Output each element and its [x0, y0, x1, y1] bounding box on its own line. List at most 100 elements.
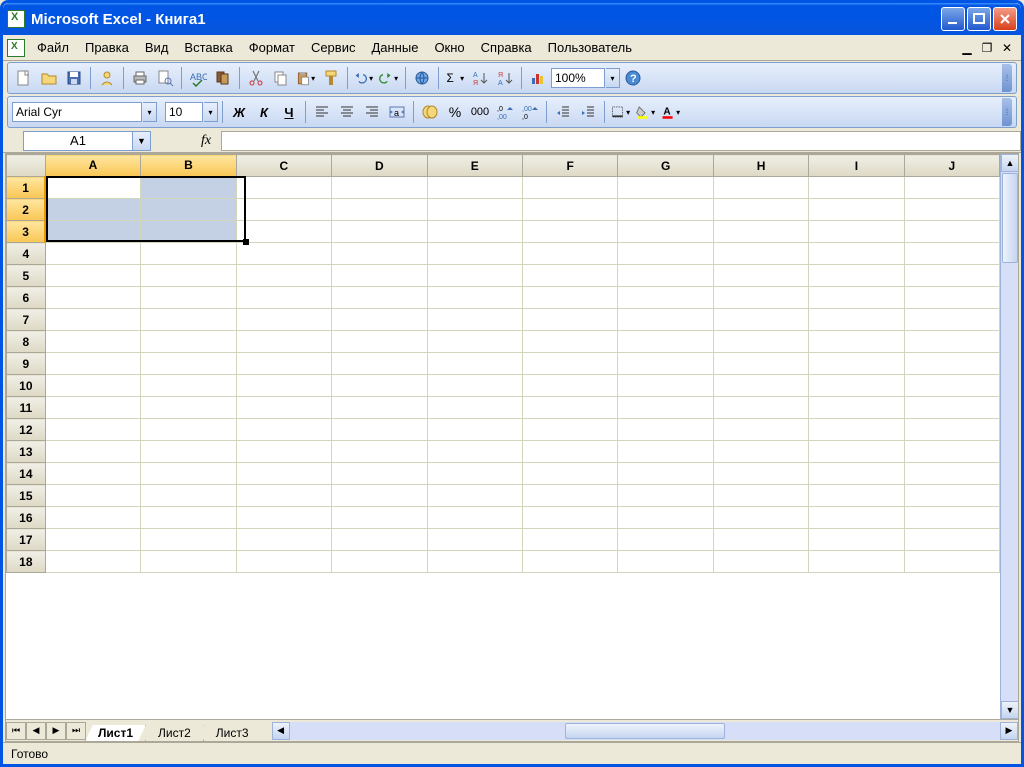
cell-D13[interactable] [332, 441, 427, 463]
vscroll-thumb[interactable] [1002, 173, 1018, 263]
cell-C2[interactable] [236, 199, 331, 221]
cell-G5[interactable] [618, 265, 714, 287]
cell-E6[interactable] [427, 287, 522, 309]
merge-center-button[interactable]: a [385, 100, 409, 124]
cell-G10[interactable] [618, 375, 714, 397]
cell-A1[interactable] [45, 177, 140, 199]
select-all-corner[interactable] [7, 155, 46, 177]
cell-J17[interactable] [904, 529, 999, 551]
cell-C4[interactable] [236, 243, 331, 265]
cell-B7[interactable] [141, 309, 236, 331]
cell-J10[interactable] [904, 375, 999, 397]
help-button[interactable]: ? [621, 66, 645, 90]
horizontal-scrollbar[interactable]: ◀ ▶ [272, 722, 1018, 740]
cell-E4[interactable] [427, 243, 522, 265]
cell-D10[interactable] [332, 375, 427, 397]
cell-C1[interactable] [236, 177, 331, 199]
cell-B15[interactable] [141, 485, 236, 507]
cell-I8[interactable] [809, 331, 904, 353]
cell-F12[interactable] [523, 419, 618, 441]
save-button[interactable] [62, 66, 86, 90]
cell-J15[interactable] [904, 485, 999, 507]
cell-F9[interactable] [523, 353, 618, 375]
cell-H16[interactable] [713, 507, 808, 529]
cell-H2[interactable] [713, 199, 808, 221]
cell-C6[interactable] [236, 287, 331, 309]
hscroll-thumb[interactable] [565, 723, 725, 739]
cell-E9[interactable] [427, 353, 522, 375]
print-button[interactable] [128, 66, 152, 90]
underline-button[interactable]: Ч [277, 100, 301, 124]
cell-F4[interactable] [523, 243, 618, 265]
cell-A5[interactable] [45, 265, 140, 287]
cell-I7[interactable] [809, 309, 904, 331]
cell-E11[interactable] [427, 397, 522, 419]
redo-button[interactable]: ▾ [377, 66, 401, 90]
cell-J12[interactable] [904, 419, 999, 441]
minimize-button[interactable] [941, 7, 965, 31]
sheet-tab-3[interactable]: Лист3 [203, 725, 262, 742]
name-box[interactable]: A1 [23, 131, 133, 151]
row-header-9[interactable]: 9 [7, 353, 46, 375]
cell-C8[interactable] [236, 331, 331, 353]
sort-asc-button[interactable]: АЯ [468, 66, 492, 90]
cell-E18[interactable] [427, 551, 522, 573]
tab-nav-next[interactable]: ▶ [46, 722, 66, 740]
cell-C9[interactable] [236, 353, 331, 375]
cell-B5[interactable] [141, 265, 236, 287]
cell-B14[interactable] [141, 463, 236, 485]
cell-H6[interactable] [713, 287, 808, 309]
cell-B8[interactable] [141, 331, 236, 353]
row-header-7[interactable]: 7 [7, 309, 46, 331]
percent-button[interactable]: % [443, 100, 467, 124]
cell-F15[interactable] [523, 485, 618, 507]
tab-nav-last[interactable]: ⏭ [66, 722, 86, 740]
cell-I9[interactable] [809, 353, 904, 375]
cell-G7[interactable] [618, 309, 714, 331]
menu-data[interactable]: Данные [363, 38, 426, 57]
cell-C16[interactable] [236, 507, 331, 529]
cell-H7[interactable] [713, 309, 808, 331]
cell-E7[interactable] [427, 309, 522, 331]
cell-G6[interactable] [618, 287, 714, 309]
cell-H13[interactable] [713, 441, 808, 463]
cell-D14[interactable] [332, 463, 427, 485]
cell-F3[interactable] [523, 221, 618, 243]
row-header-16[interactable]: 16 [7, 507, 46, 529]
cell-B10[interactable] [141, 375, 236, 397]
row-header-4[interactable]: 4 [7, 243, 46, 265]
cell-H18[interactable] [713, 551, 808, 573]
open-button[interactable] [37, 66, 61, 90]
cell-I11[interactable] [809, 397, 904, 419]
mdi-restore-button[interactable]: ❐ [978, 40, 996, 56]
cell-I14[interactable] [809, 463, 904, 485]
cell-A11[interactable] [45, 397, 140, 419]
cell-A6[interactable] [45, 287, 140, 309]
cell-I16[interactable] [809, 507, 904, 529]
cell-I15[interactable] [809, 485, 904, 507]
print-preview-button[interactable] [153, 66, 177, 90]
cell-E2[interactable] [427, 199, 522, 221]
cell-G1[interactable] [618, 177, 714, 199]
col-header-D[interactable]: D [332, 155, 427, 177]
cell-E17[interactable] [427, 529, 522, 551]
row-header-18[interactable]: 18 [7, 551, 46, 573]
font-size-dropdown[interactable]: ▾ [204, 102, 218, 122]
menu-file[interactable]: Файл [29, 38, 77, 57]
cell-I6[interactable] [809, 287, 904, 309]
tab-nav-first[interactable]: ⏮ [6, 722, 26, 740]
cell-C12[interactable] [236, 419, 331, 441]
menu-window[interactable]: Окно [426, 38, 472, 57]
paste-button[interactable]: ▾ [294, 66, 318, 90]
cell-D1[interactable] [332, 177, 427, 199]
cell-B2[interactable] [141, 199, 236, 221]
toolbar-options-icon[interactable]: ⁞ [1002, 98, 1012, 126]
cell-A16[interactable] [45, 507, 140, 529]
cell-A8[interactable] [45, 331, 140, 353]
cell-A13[interactable] [45, 441, 140, 463]
cell-B13[interactable] [141, 441, 236, 463]
cell-E12[interactable] [427, 419, 522, 441]
cell-J13[interactable] [904, 441, 999, 463]
menu-format[interactable]: Формат [241, 38, 303, 57]
cell-B12[interactable] [141, 419, 236, 441]
